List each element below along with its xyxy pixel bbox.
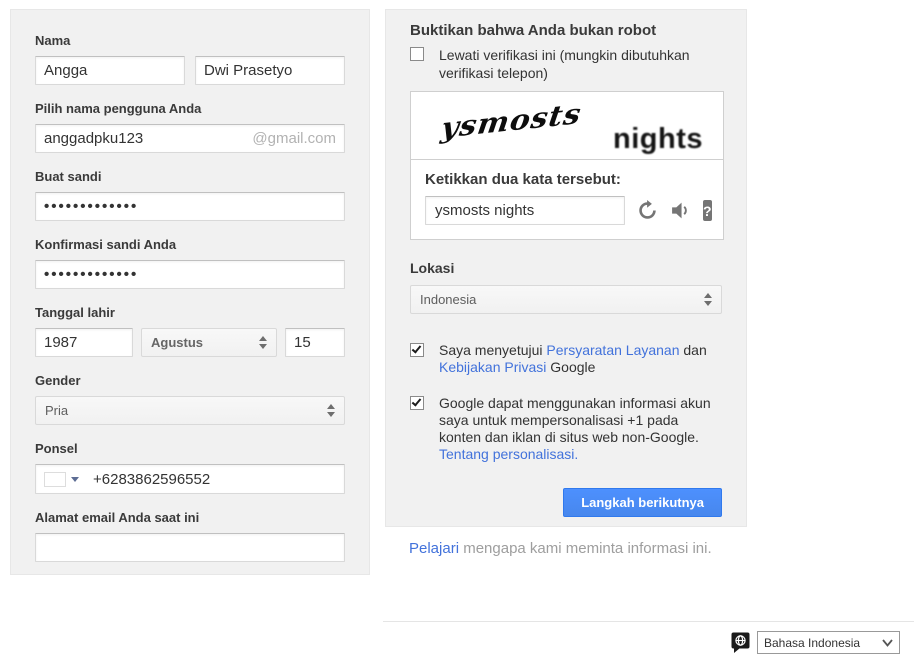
- privacy-policy-link[interactable]: Kebijakan Privasi: [439, 359, 546, 375]
- gender-value: Pria: [45, 403, 68, 418]
- account-details-panel: Nama Pilih nama pengguna Anda anggadpku1…: [10, 9, 370, 575]
- verification-panel: Buktikan bahwa Anda bukan robot Lewati v…: [385, 9, 747, 527]
- last-name-input[interactable]: [195, 56, 345, 85]
- spinner-arrows-icon: [704, 293, 712, 306]
- captcha-word-1: ysmosts: [439, 98, 584, 146]
- captcha-word-2: nights: [613, 123, 703, 156]
- gmail-domain-suffix: @gmail.com: [252, 130, 336, 147]
- captcha-entry: Ketikkan dua kata tersebut:: [411, 160, 723, 239]
- confirm-password-input[interactable]: [35, 260, 345, 289]
- chevron-down-icon[interactable]: [71, 477, 79, 482]
- gender-select[interactable]: Pria: [35, 396, 345, 425]
- phone-label: Ponsel: [35, 441, 345, 456]
- language-select[interactable]: Bahasa Indonesia: [757, 631, 900, 654]
- birth-month-select[interactable]: Agustus: [141, 328, 277, 357]
- terms-of-service-link[interactable]: Persyaratan Layanan: [546, 342, 679, 358]
- confirm-password-label: Konfirmasi sandi Anda: [35, 237, 345, 252]
- learn-more-text: mengapa kami meminta informasi ini.: [463, 540, 711, 557]
- personalization-agreement-row: Google dapat menggunakan informasi akun …: [410, 395, 722, 463]
- learn-more-link[interactable]: Pelajari: [409, 540, 459, 557]
- location-value: Indonesia: [420, 292, 476, 307]
- phone-field: Ponsel +6283862596552: [35, 441, 345, 494]
- location-select[interactable]: Indonesia: [410, 285, 722, 314]
- captcha-entry-label: Ketikkan dua kata tersebut:: [425, 171, 709, 188]
- username-label: Pilih nama pengguna Anda: [35, 101, 345, 116]
- language-globe-icon: [731, 632, 750, 658]
- name-field: Nama: [35, 33, 345, 85]
- captcha-answer-input[interactable]: [425, 196, 625, 225]
- birthday-field: Tanggal lahir Agustus: [35, 305, 345, 357]
- current-email-label: Alamat email Anda saat ini: [35, 510, 345, 525]
- tos-prefix: Saya menyetujui: [439, 342, 543, 358]
- footer-divider: [383, 621, 914, 622]
- captcha-image: ysmosts nights: [411, 92, 723, 160]
- current-email-input[interactable]: [35, 533, 345, 562]
- username-input[interactable]: anggadpku123 @gmail.com: [35, 124, 345, 153]
- audio-captcha-icon[interactable]: [670, 200, 691, 221]
- captcha-widget: ysmosts nights Ketikkan dua kata tersebu…: [410, 91, 724, 240]
- gender-label: Gender: [35, 373, 345, 388]
- personalization-agreement-text: Google dapat menggunakan informasi akun …: [439, 395, 722, 463]
- spinner-arrows-icon: [327, 404, 335, 417]
- spinner-arrows-icon: [259, 336, 267, 349]
- reload-captcha-icon[interactable]: [637, 200, 658, 221]
- birthday-label: Tanggal lahir: [35, 305, 345, 320]
- learn-more-line: Pelajari mengapa kami meminta informasi …: [409, 540, 712, 557]
- checkmark-icon: [412, 343, 422, 353]
- checkmark-icon: [412, 396, 422, 406]
- username-field: Pilih nama pengguna Anda anggadpku123 @g…: [35, 101, 345, 153]
- personalization-text: Google dapat menggunakan informasi akun …: [439, 395, 711, 445]
- phone-input[interactable]: +6283862596552: [35, 464, 345, 494]
- next-step-button[interactable]: Langkah berikutnya: [563, 488, 722, 517]
- personalization-checkbox[interactable]: [410, 396, 424, 410]
- location-label: Lokasi: [410, 260, 722, 276]
- captcha-help-icon[interactable]: ?: [703, 200, 712, 221]
- first-name-input[interactable]: [35, 56, 185, 85]
- birth-month-value: Agustus: [151, 335, 203, 350]
- username-value: anggadpku123: [44, 130, 143, 147]
- create-password-input[interactable]: [35, 192, 345, 221]
- birth-day-input[interactable]: [285, 328, 345, 357]
- gender-field: Gender Pria: [35, 373, 345, 425]
- tos-suffix: Google: [550, 359, 595, 375]
- tos-agreement-row: Saya menyetujui Persyaratan Layanan dan …: [410, 342, 722, 376]
- tos-agreement-text: Saya menyetujui Persyaratan Layanan dan …: [439, 342, 722, 376]
- skip-verification-checkbox[interactable]: [410, 47, 424, 61]
- tos-checkbox[interactable]: [410, 343, 424, 357]
- signup-page: Nama Pilih nama pengguna Anda anggadpku1…: [0, 0, 914, 658]
- skip-verification-row: Lewati verifikasi ini (mungkin dibutuhka…: [410, 46, 722, 82]
- skip-verification-label: Lewati verifikasi ini (mungkin dibutuhka…: [439, 46, 711, 82]
- confirm-password-field: Konfirmasi sandi Anda: [35, 237, 345, 289]
- create-password-label: Buat sandi: [35, 169, 345, 184]
- robot-heading: Buktikan bahwa Anda bukan robot: [410, 22, 722, 39]
- tos-conjunction: dan: [683, 342, 706, 358]
- birth-year-input[interactable]: [35, 328, 133, 357]
- create-password-field: Buat sandi: [35, 169, 345, 221]
- current-email-field: Alamat email Anda saat ini: [35, 510, 345, 562]
- about-personalization-link[interactable]: Tentang personalisasi.: [439, 446, 578, 462]
- indonesia-flag-icon[interactable]: [44, 472, 66, 487]
- language-value: Bahasa Indonesia: [764, 636, 860, 650]
- name-label: Nama: [35, 33, 345, 48]
- phone-number-value: +6283862596552: [93, 471, 210, 488]
- chevron-down-icon: [882, 634, 893, 652]
